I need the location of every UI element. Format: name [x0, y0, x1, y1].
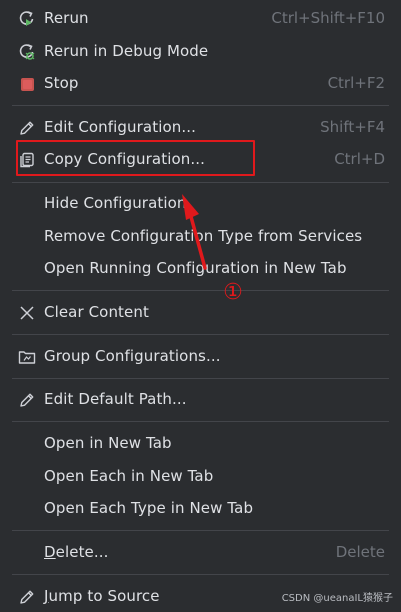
annotation-arrow-icon — [182, 194, 207, 270]
watermark: CSDN @ueanaIL猿猴子 — [281, 593, 393, 604]
step-number: ① — [223, 280, 243, 305]
